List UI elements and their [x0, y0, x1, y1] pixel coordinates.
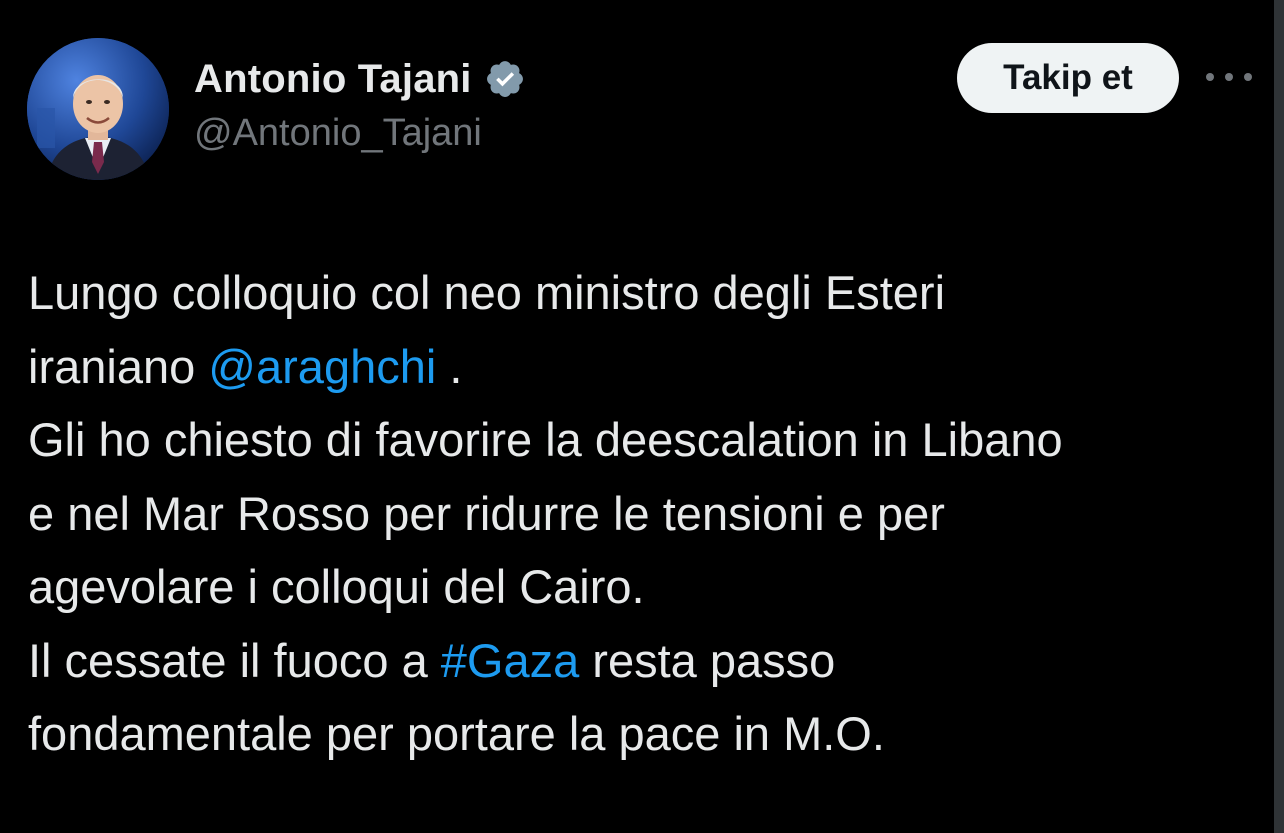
- tweet-card: Antonio Tajani @Antonio_Tajani Takip et …: [0, 0, 1284, 833]
- tweet-line: Il cessate il fuoco a #Gaza resta passo: [28, 624, 1258, 698]
- dot-icon: [1244, 73, 1252, 81]
- author-avatar[interactable]: [27, 38, 169, 180]
- tweet-body: Lungo colloquio col neo ministro degli E…: [28, 256, 1258, 771]
- more-options-icon[interactable]: [1206, 63, 1252, 91]
- dot-icon: [1206, 73, 1214, 81]
- tweet-line: Lungo colloquio col neo ministro degli E…: [28, 266, 946, 319]
- dot-icon: [1225, 73, 1233, 81]
- verified-badge-icon[interactable]: [484, 58, 526, 100]
- tweet-line: e nel Mar Rosso per ridurre le tensioni …: [28, 486, 945, 540]
- hashtag-link[interactable]: #Gaza: [441, 634, 579, 687]
- tweet-line: fondamentale per portare la pace in M.O.: [28, 707, 885, 760]
- profile-photo-icon: [27, 38, 169, 180]
- tweet-line: iraniano @araghchi .: [28, 330, 1258, 404]
- tweet-text-segment: .: [436, 339, 463, 393]
- tweet-text-segment: Il cessate il fuoco a: [28, 633, 441, 687]
- tweet-text-segment: iraniano: [28, 339, 209, 393]
- author-name-row: Antonio Tajani: [194, 52, 526, 106]
- scrollbar-edge: [1274, 0, 1284, 833]
- tweet-line: Gli ho chiesto di favorire la deescalati…: [28, 413, 1063, 466]
- tweet-line: agevolare i colloqui del Cairo.: [28, 560, 645, 613]
- author-handle[interactable]: @Antonio_Tajani: [194, 114, 482, 152]
- tweet-text-segment: resta passo: [579, 633, 836, 687]
- follow-button[interactable]: Takip et: [957, 43, 1179, 113]
- mention-link[interactable]: @araghchi: [208, 340, 436, 393]
- author-display-name[interactable]: Antonio Tajani: [194, 59, 472, 99]
